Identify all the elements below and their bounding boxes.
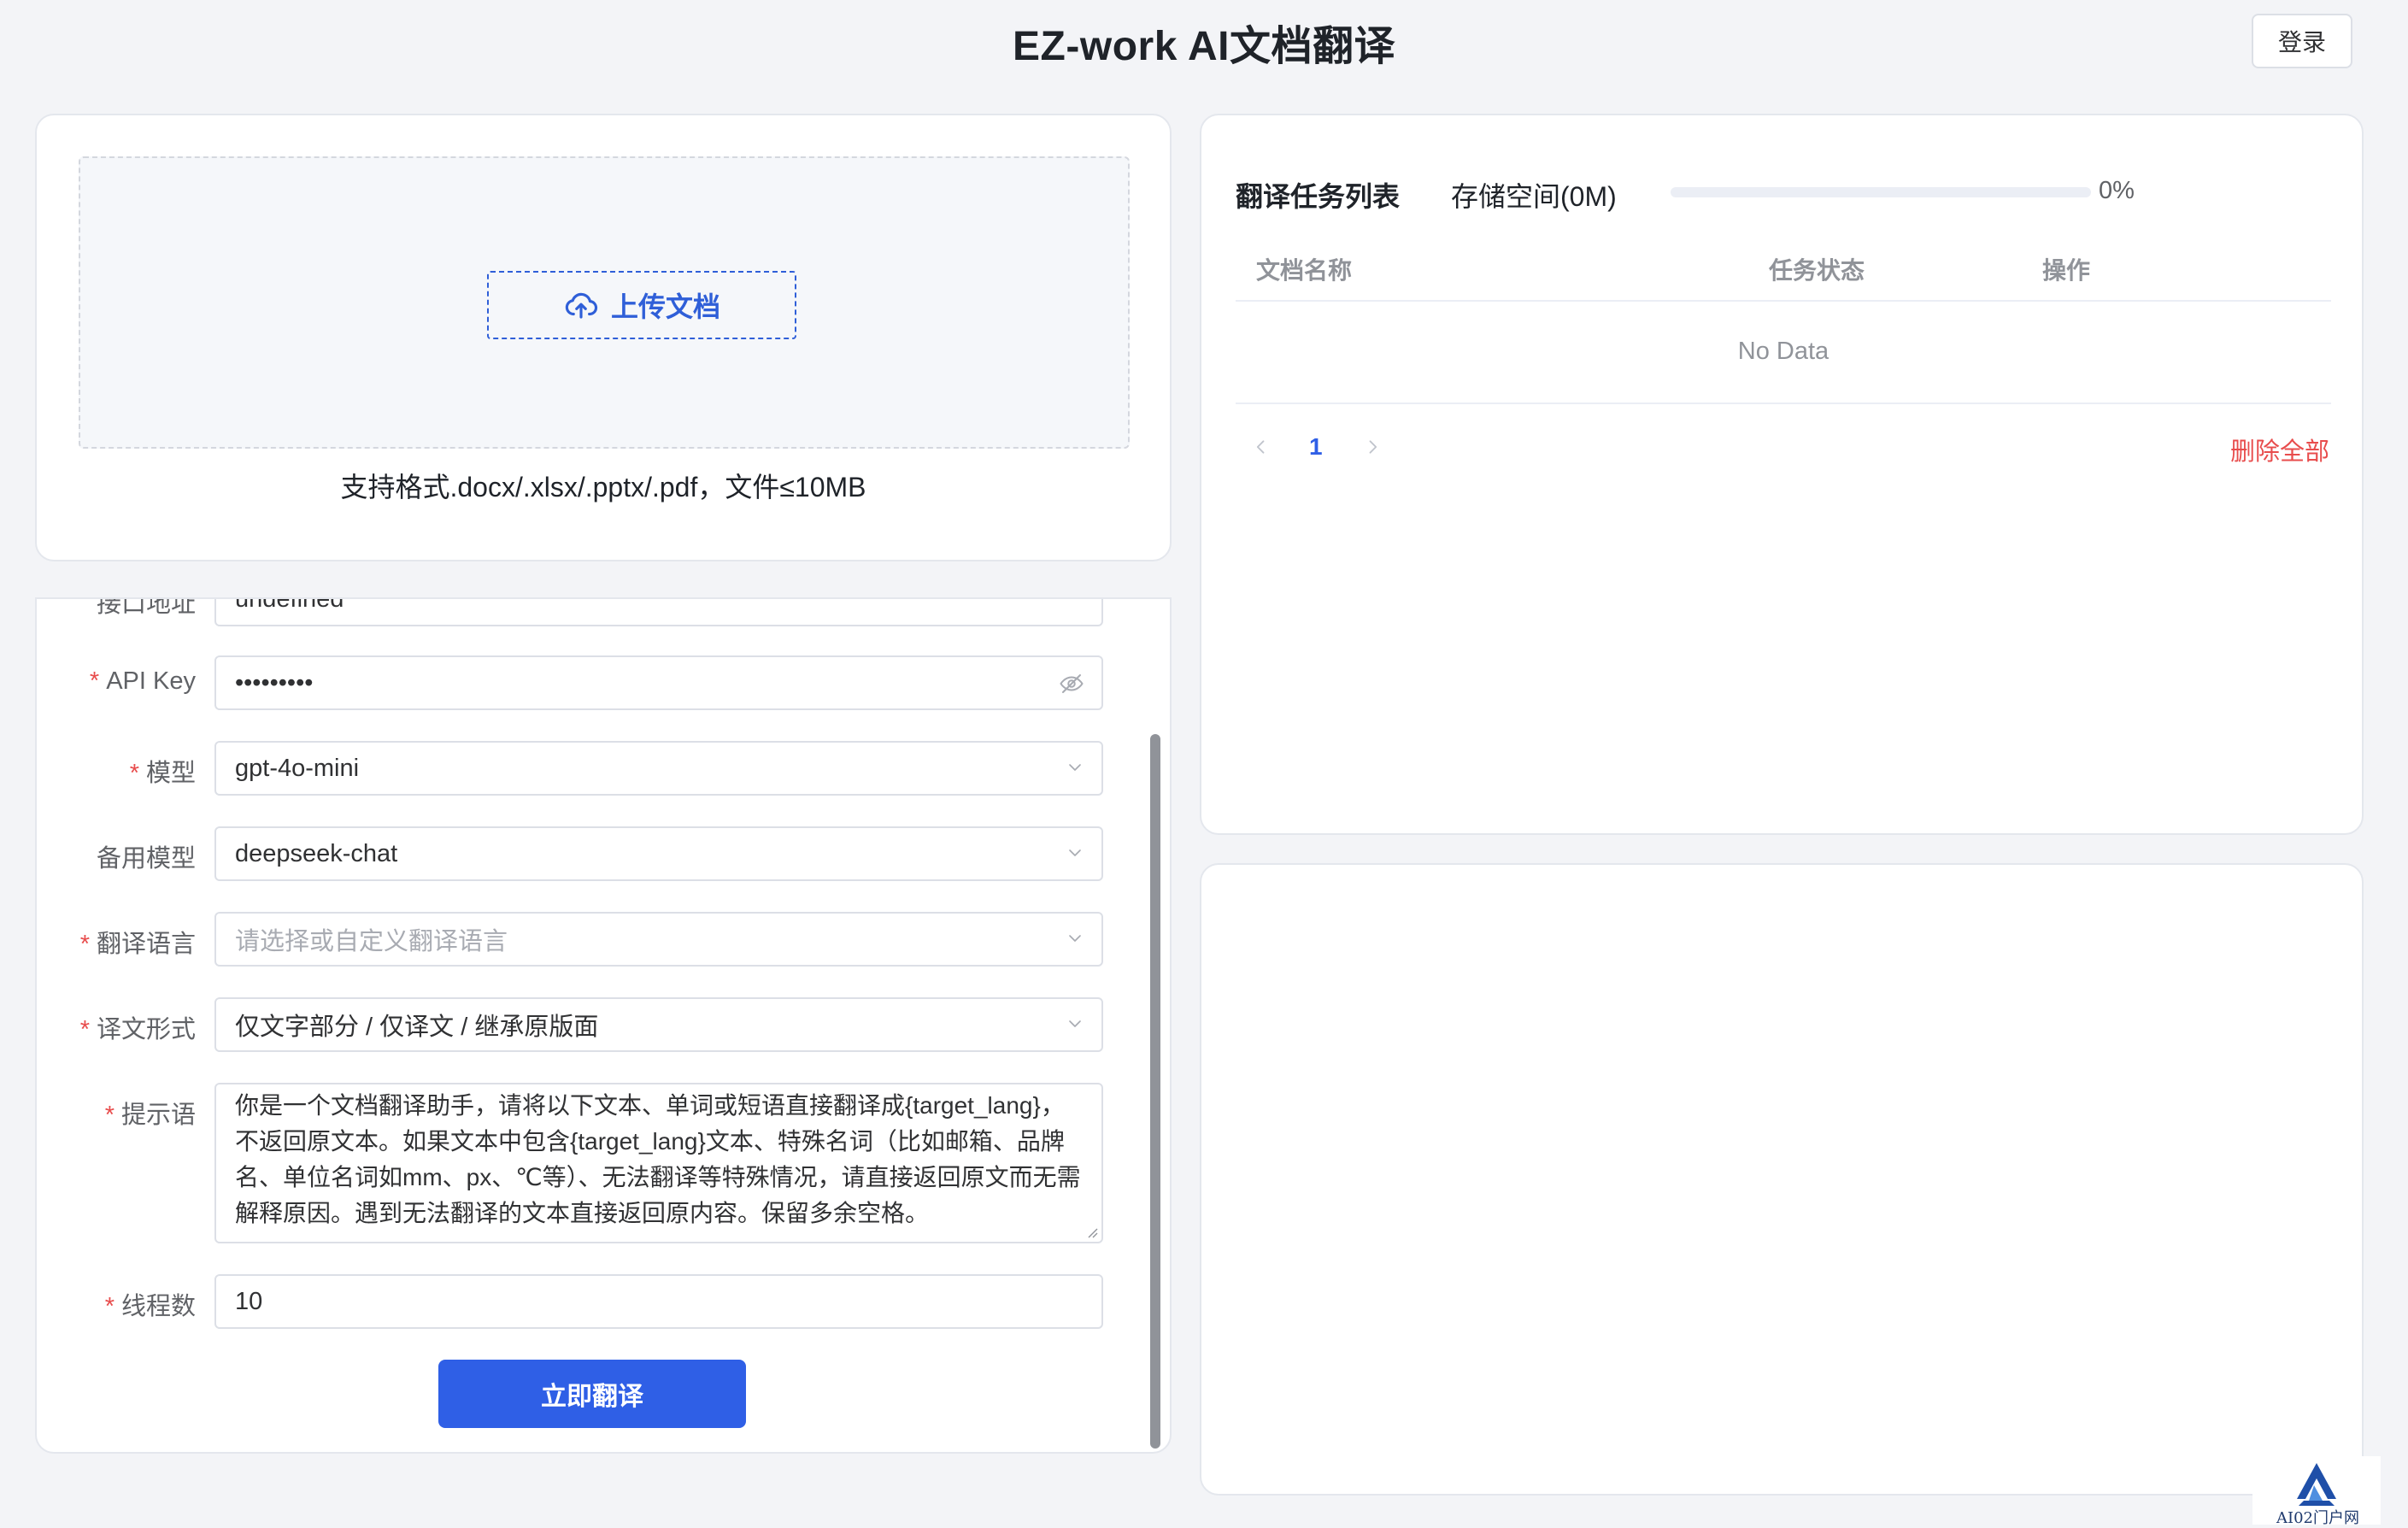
login-button[interactable]: 登录 [2252,14,2352,68]
chevron-down-icon [1069,764,1081,771]
format-hint: 支持格式.docx/.xlsx/.pptx/.pdf，文件≤10MB [340,472,866,502]
settings-scrollbar-thumb[interactable] [1150,734,1160,1449]
api-key-label: * API Key [89,667,196,695]
table-divider [1236,403,2331,404]
delete-all-button[interactable]: 删除全部 [2230,432,2329,467]
prompt-label: * 提示语 [104,1102,196,1129]
storage-percent: 0% [2099,177,2135,204]
column-header-doc-name: 文档名称 [1256,257,1353,284]
chevron-right-icon[interactable] [1364,438,1381,455]
task-list-card: 翻译任务列表 存储空间(0M) 0% 文档名称 任务状态 操作 No Data … [1200,114,2364,835]
chevron-down-icon [1069,935,1081,942]
storage-label: 存储空间(0M) [1451,181,1617,212]
target-language-label: * 翻译语言 [79,931,196,958]
model-label: * 模型 [129,760,196,787]
backup-model-label: 备用模型 [96,845,196,873]
preview-card [1200,863,2364,1496]
column-header-status: 任务状态 [1769,257,1865,284]
chevron-left-icon[interactable] [1253,438,1270,455]
storage-progress-bar [1671,187,2091,197]
threads-label: * 线程数 [104,1293,196,1320]
translate-now-button[interactable]: 立即翻译 [438,1360,746,1428]
target-language-select[interactable]: 请选择或自定义翻译语言 [214,912,1103,967]
model-select[interactable]: gpt-4o-mini [214,741,1103,796]
api-address-input[interactable]: undefined [214,599,1103,626]
output-format-label: * 译文形式 [79,1016,196,1043]
upload-button-label: 上传文档 [610,291,720,322]
api-address-label: 接口地址 [96,597,196,618]
chevron-down-icon [1069,1020,1081,1027]
pagination-page[interactable]: 1 [1309,433,1323,461]
empty-state-text: No Data [1737,338,1829,365]
backup-model-select[interactable]: deepseek-chat [214,826,1103,881]
threads-input[interactable]: 10 [214,1274,1103,1329]
api-key-input[interactable]: ••••••••• [214,655,1103,710]
upload-dropzone[interactable]: 上传文档 [79,156,1130,449]
table-divider [1236,300,2331,302]
output-format-select[interactable]: 仅文字部分 / 仅译文 / 继承原版面 [214,997,1103,1052]
prompt-textarea[interactable]: 你是一个文档翻译助手，请将以下文本、单词或短语直接翻译成{target_lang… [214,1083,1103,1243]
eye-off-icon[interactable] [1059,671,1084,696]
upload-document-button[interactable]: 上传文档 [487,271,796,339]
watermark-text: AI02门户网 [2276,1509,2360,1527]
column-header-actions: 操作 [2042,257,2091,284]
settings-scroll-area: 接口地址 undefined * API Key ••••••••• * 模型 gp… [37,597,1139,1452]
task-list-title: 翻译任务列表 [1236,181,1401,212]
resize-handle-icon[interactable] [1086,1226,1098,1238]
upload-card: 上传文档 支持格式.docx/.xlsx/.pptx/.pdf，文件≤10MB [35,114,1172,561]
cloud-upload-icon [565,292,598,319]
chevron-down-icon [1069,849,1081,856]
settings-card: 接口地址 undefined * API Key ••••••••• * 模型 gp… [35,597,1172,1454]
app-title: EZ-work AI文档翻译 [1013,24,1395,69]
